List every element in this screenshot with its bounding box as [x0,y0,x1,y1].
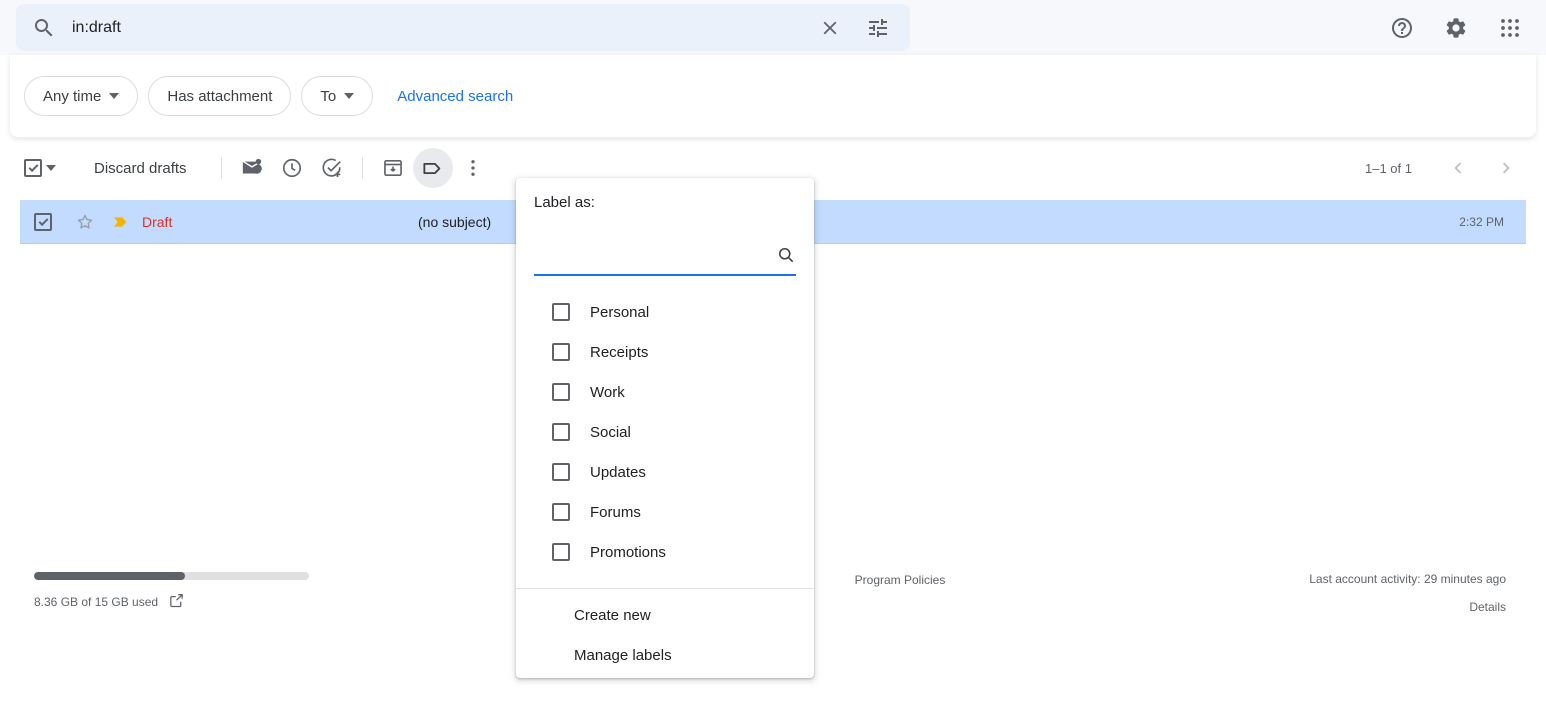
star-outline-icon[interactable] [66,212,104,232]
label-item-name: Personal [590,303,650,321]
label-item-name: Receipts [590,343,649,361]
checkbox-unchecked-icon[interactable] [552,383,570,401]
search-icon [16,16,72,40]
chevron-left-icon[interactable] [1438,148,1478,188]
checkbox-unchecked-icon[interactable] [552,423,570,441]
chevron-down-icon [109,93,120,99]
label-as-dropdown: Label as: Personal Receipts Work Social Upda… [516,178,814,678]
top-search-bar [0,0,1546,55]
chevron-down-icon[interactable] [46,165,56,171]
add-to-tasks-icon[interactable] [312,148,352,188]
storage-bar [34,572,309,580]
help-icon[interactable] [1380,6,1424,50]
row-timestamp: 2:32 PM [1459,215,1504,229]
open-in-new-icon[interactable] [168,592,185,612]
storage-usage-label: 8.36 GB of 15 GB used [34,595,159,609]
search-input[interactable] [72,4,806,51]
label-item-receipts[interactable]: Receipts [516,332,814,372]
checkbox-checked-icon [24,159,42,177]
more-options-icon[interactable] [453,148,493,188]
gear-icon[interactable] [1434,6,1478,50]
search-filter-bar: Any time Has attachment To Advanced sear… [10,55,1536,137]
label-item-promotions[interactable]: Promotions [516,532,814,572]
storage-text-row: 8.36 GB of 15 GB used [34,592,314,612]
pagination: 1–1 of 1 [1365,148,1526,188]
label-item-name: Promotions [590,543,666,561]
storage-indicator: 8.36 GB of 15 GB used [34,572,314,612]
filter-chip-label: Has attachment [167,87,273,105]
storage-bar-fill [34,572,186,580]
checkbox-checked-icon [34,213,52,231]
create-new-label-item[interactable]: Create new [516,595,814,635]
advanced-search-link[interactable]: Advanced search [397,88,513,105]
search-options-button[interactable] [854,4,902,51]
discard-drafts-button[interactable]: Discard drafts [94,160,187,177]
search-box[interactable] [16,4,910,51]
checkbox-unchecked-icon[interactable] [552,543,570,561]
label-menu-title: Label as: [534,194,595,211]
archive-icon[interactable] [373,148,413,188]
topbar-actions [1380,4,1532,51]
last-activity-text: Last account activity: 29 minutes ago [1309,572,1506,586]
apps-grid-icon[interactable] [1488,6,1532,50]
label-item-social[interactable]: Social [516,412,814,452]
chevron-right-icon[interactable] [1486,148,1526,188]
filter-chip-to[interactable]: To [301,76,374,116]
importance-marker-icon[interactable] [104,212,138,232]
label-item-name: Work [590,383,625,401]
row-checkbox[interactable] [20,213,66,231]
checkbox-unchecked-icon[interactable] [552,463,570,481]
filter-chip-has-attachment[interactable]: Has attachment [148,76,292,116]
row-sender: Draft [142,214,173,230]
row-subject: (no subject) [418,214,492,230]
filter-chip-label: Any time [43,87,102,105]
menu-divider [516,588,814,589]
label-item-name: Social [590,423,631,441]
footer-account-activity: Last account activity: 29 minutes ago De… [1309,572,1506,614]
pagination-count: 1–1 of 1 [1365,160,1412,176]
manage-labels-item[interactable]: Manage labels [516,635,814,675]
label-item-forums[interactable]: Forums [516,492,814,532]
filter-chip-any-time[interactable]: Any time [24,76,139,116]
chevron-down-icon [344,93,355,99]
select-all-checkbox[interactable] [20,159,60,177]
label-item-work[interactable]: Work [516,372,814,412]
clear-search-button[interactable] [806,4,854,51]
checkbox-unchecked-icon[interactable] [552,303,570,321]
label-list: Personal Receipts Work Social Updates Forums P… [516,292,814,580]
checkbox-unchecked-icon[interactable] [552,503,570,521]
filter-chip-label: To [320,87,337,105]
snooze-clock-icon[interactable] [272,148,312,188]
search-icon [776,245,796,270]
gmail-app: Any time Has attachment To Advanced sear… [0,0,1546,717]
label-item-personal[interactable]: Personal [516,292,814,332]
label-search-input[interactable] [534,251,776,270]
toolbar-divider [220,157,222,179]
mark-as-unread-icon[interactable] [232,148,272,188]
activity-details-link[interactable]: Details [1309,600,1506,614]
checkbox-unchecked-icon[interactable] [552,343,570,361]
labels-icon[interactable] [412,148,453,188]
label-item-name: Updates [590,463,646,481]
toolbar-divider [361,157,363,179]
label-search-row[interactable] [534,238,796,276]
label-item-updates[interactable]: Updates [516,452,814,492]
label-item-name: Forums [590,503,641,521]
